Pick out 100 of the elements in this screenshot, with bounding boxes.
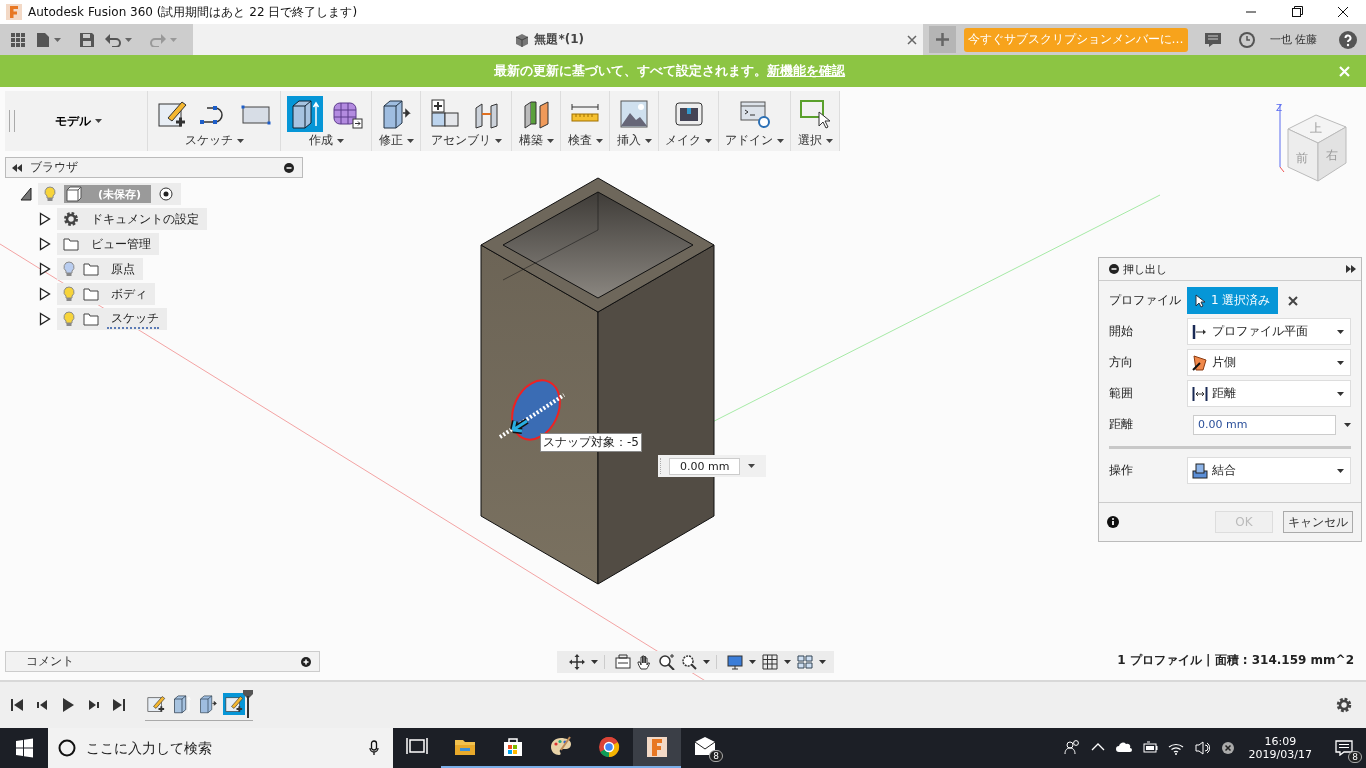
expand-triangle-icon[interactable] xyxy=(39,237,51,251)
caret-icon xyxy=(825,138,833,143)
new-tab-icon[interactable] xyxy=(928,26,956,53)
timeline-marker-icon[interactable] xyxy=(243,689,253,718)
clock-icon[interactable] xyxy=(1237,30,1256,49)
viewports-icon[interactable] xyxy=(797,654,813,670)
add-comment-icon[interactable] xyxy=(301,656,311,667)
folder-icon xyxy=(83,312,99,326)
speaker-icon[interactable] xyxy=(1193,739,1210,757)
caret-icon xyxy=(94,119,102,123)
caret-icon xyxy=(546,138,554,143)
toolbar-group-menu[interactable]: 修正 xyxy=(378,132,414,149)
count-badge: 8 xyxy=(709,750,723,762)
fusion-app-icon xyxy=(646,736,668,758)
distance-field[interactable]: 0.00 mm xyxy=(1193,414,1336,435)
comment-icon[interactable] xyxy=(1203,31,1222,48)
skip-start-icon[interactable] xyxy=(10,697,26,713)
shopping-bag-icon xyxy=(502,736,524,758)
display-icon[interactable] xyxy=(727,654,743,670)
browser-node[interactable]: ボディ xyxy=(57,283,155,305)
expand-triangle-icon[interactable] xyxy=(39,262,51,276)
expand-triangle-icon[interactable] xyxy=(39,312,51,326)
orbit-icon[interactable] xyxy=(569,654,585,670)
lightbulb-icon[interactable] xyxy=(63,286,75,302)
save-icon[interactable] xyxy=(79,31,95,48)
skip-end-icon[interactable] xyxy=(110,697,126,713)
settings-icon[interactable] xyxy=(1336,697,1352,713)
document-title: 無題*(1) xyxy=(534,31,585,48)
caret-icon xyxy=(819,660,826,664)
file-icon[interactable] xyxy=(36,31,50,48)
envelope-icon xyxy=(694,736,716,758)
info-icon[interactable] xyxy=(1107,516,1119,528)
dropdown[interactable]: 片側 xyxy=(1187,349,1351,376)
timeline-box-push-icon[interactable] xyxy=(197,692,219,715)
minus-circle-icon[interactable] xyxy=(284,162,294,173)
clock-date: 2019/03/17 xyxy=(1248,748,1312,761)
grid-menu-icon[interactable] xyxy=(10,31,26,48)
toolbar-group-menu[interactable]: スケッチ xyxy=(184,132,244,149)
play-icon[interactable] xyxy=(60,697,76,713)
cancel-button[interactable]: キャンセル xyxy=(1283,511,1353,533)
notification-icon[interactable] xyxy=(1335,740,1353,756)
folder-icon xyxy=(83,262,99,276)
dropdown[interactable]: プロファイル平面 xyxy=(1187,318,1351,345)
toolbar-group-menu[interactable]: アドイン xyxy=(725,132,784,149)
expand-triangle-icon[interactable] xyxy=(39,287,51,301)
close-icon[interactable] xyxy=(906,34,917,45)
zoom-window-icon[interactable] xyxy=(681,654,697,670)
distance-input[interactable]: 0.00 mm xyxy=(658,455,766,477)
taskbar-app[interactable]: 8 xyxy=(681,728,729,768)
paint-palette-icon xyxy=(550,736,572,758)
browser-node[interactable]: ビュー管理 xyxy=(57,233,159,255)
clear-icon[interactable] xyxy=(1288,295,1299,306)
toolbar-group-menu[interactable]: アセンブリ xyxy=(430,132,502,149)
caret-icon xyxy=(1337,391,1344,396)
lightbulb-icon[interactable] xyxy=(63,261,75,277)
toolbar-group-menu[interactable]: 作成 xyxy=(308,132,344,149)
pan-hand-icon[interactable] xyxy=(637,654,653,670)
active-radio-icon[interactable] xyxy=(159,187,174,201)
toolbar-group-menu[interactable]: 挿入 xyxy=(616,132,652,149)
search-input[interactable]: ここに入力して検索 xyxy=(84,739,361,757)
browser-node[interactable]: ドキュメントの設定 xyxy=(57,208,207,230)
caret-icon xyxy=(1337,329,1344,334)
microphone-icon[interactable] xyxy=(369,740,379,756)
caret-icon xyxy=(54,37,61,42)
toolbar-group-menu[interactable]: 選択 xyxy=(797,132,833,149)
collapse-icon[interactable] xyxy=(12,163,22,172)
timeline-sketch-pencil-icon[interactable] xyxy=(223,692,245,715)
search-box[interactable]: ここに入力して検索 xyxy=(48,728,393,768)
lightbulb-icon[interactable] xyxy=(63,311,75,327)
expand-triangle-icon[interactable] xyxy=(39,212,51,226)
timeline-box-arrow-icon[interactable] xyxy=(171,692,193,715)
browser-node[interactable]: スケッチ xyxy=(57,308,167,330)
workspace-dropdown[interactable]: モデル xyxy=(15,111,141,131)
undo-icon[interactable] xyxy=(105,32,121,47)
document-tab[interactable]: 無題*(1) xyxy=(193,24,923,55)
lightbulb-icon[interactable] xyxy=(44,186,56,202)
caret-icon xyxy=(784,660,791,664)
close-circle-icon[interactable] xyxy=(1219,739,1236,757)
people-icon[interactable] xyxy=(1063,739,1080,757)
taskbar-app[interactable] xyxy=(633,728,681,768)
toolbar-group-menu[interactable]: 検査 xyxy=(567,132,603,149)
collapse-triangle-icon[interactable] xyxy=(20,187,32,201)
minus-circle-icon[interactable] xyxy=(1109,264,1119,274)
caret-icon xyxy=(1344,422,1351,427)
browser-node[interactable]: 原点 xyxy=(57,258,143,280)
dropdown[interactable]: 結合 xyxy=(1187,457,1351,484)
grid-icon[interactable] xyxy=(762,654,778,670)
user-name[interactable]: 一也 佐藤 xyxy=(1269,32,1317,47)
field-label: 開始 xyxy=(1109,323,1134,340)
window-title: Autodesk Fusion 360 (試用期間はあと 22 日で終了します) xyxy=(28,3,358,21)
toolbar-group-menu[interactable]: 構築 xyxy=(518,132,554,149)
caret-icon xyxy=(749,660,756,664)
toolbar-group-menu[interactable]: メイク xyxy=(665,132,712,149)
caret-icon xyxy=(777,138,784,143)
help-icon[interactable] xyxy=(1339,30,1357,49)
expand-icon[interactable] xyxy=(1346,265,1356,273)
snap-tooltip: スナップ対象：-5 xyxy=(540,433,642,452)
field-label: 操作 xyxy=(1109,462,1134,479)
zoom-icon[interactable] xyxy=(659,654,675,670)
dropdown[interactable]: 距離 xyxy=(1187,380,1351,407)
